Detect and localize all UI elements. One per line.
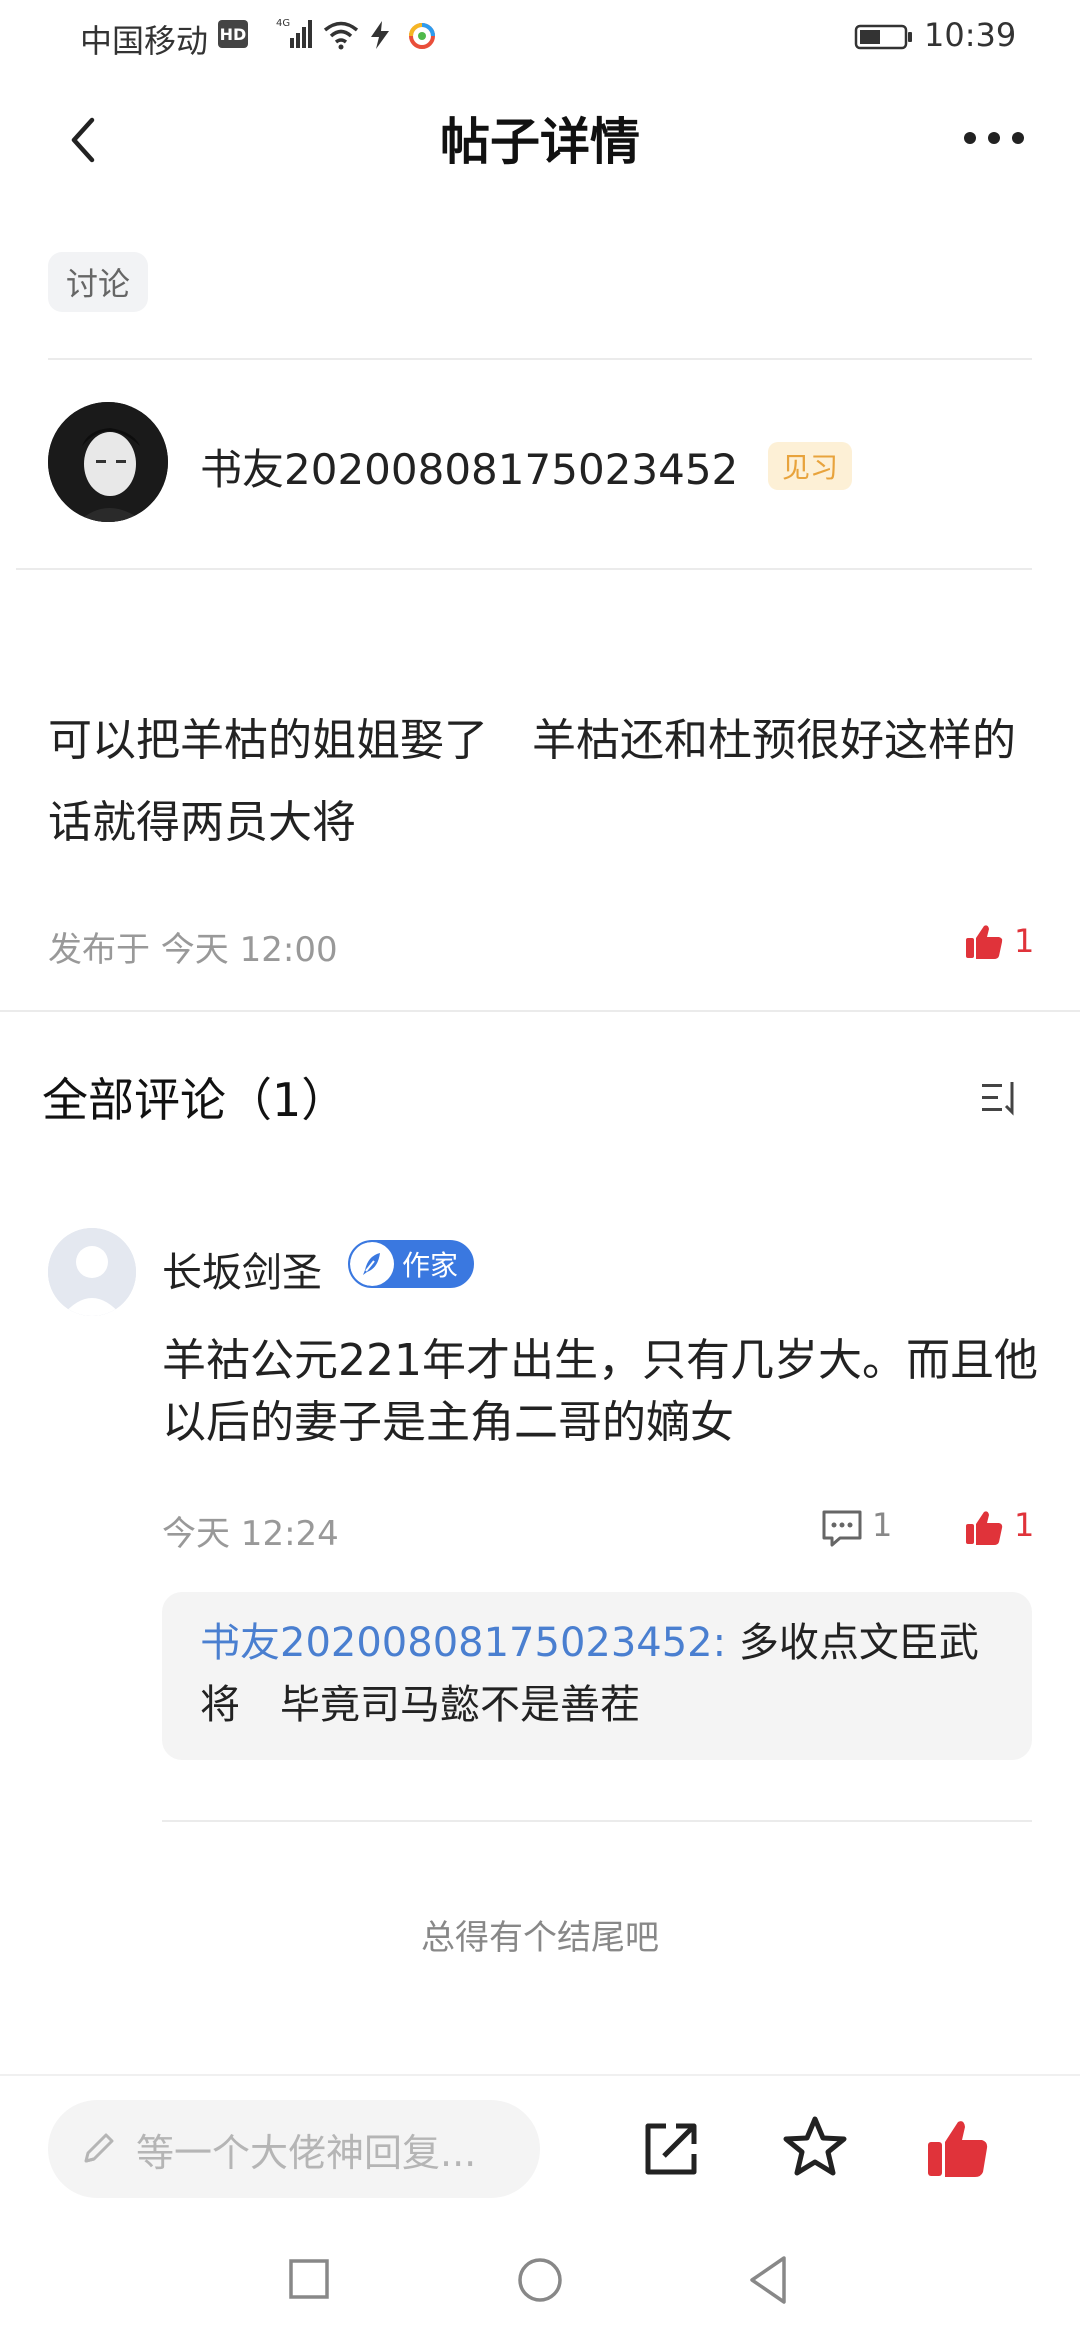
status-bar: 中国移动 HD 4G 10:39 (0, 0, 1080, 72)
commenter-name[interactable]: 长坂剑圣 (162, 1240, 322, 1298)
app-notification-icon (409, 23, 435, 49)
nav-back-icon[interactable] (744, 2254, 792, 2306)
pencil-icon (84, 2133, 114, 2163)
reply-count: 1 (872, 1506, 893, 1544)
reply-author[interactable]: 书友20200808175023452: (200, 1620, 726, 1666)
share-icon[interactable] (640, 2118, 702, 2180)
commenter-avatar[interactable] (48, 1228, 136, 1316)
divider (0, 2074, 1080, 2076)
thumbs-up-icon[interactable] (964, 922, 1004, 962)
comment-bubble-icon[interactable] (820, 1508, 864, 1548)
comment-like-count: 1 (1014, 1506, 1035, 1544)
divider (162, 1820, 1032, 1822)
wifi-icon (323, 21, 359, 50)
svg-text:4G: 4G (276, 18, 290, 29)
author-level-badge: 见习 (768, 442, 852, 490)
signal-icon: 4G (276, 18, 312, 48)
more-dots-icon[interactable] (962, 126, 1026, 150)
post-body: 可以把羊枯的姐姐娶了 羊枯还和杜预很好这样的话就得两员大将 (48, 715, 1016, 848)
author-avatar[interactable] (48, 402, 168, 522)
author-name[interactable]: 书友20200808175023452 (200, 436, 738, 497)
page-title: 帖子详情 (440, 113, 640, 171)
topic-tag[interactable]: 讨论 (48, 252, 149, 312)
writer-badge-label: 作家 (402, 1249, 459, 1282)
quill-icon (350, 1242, 394, 1286)
home-icon[interactable] (516, 2256, 564, 2304)
bolt-icon (371, 21, 389, 49)
recent-apps-icon[interactable] (288, 2258, 330, 2300)
comment-body: 羊祜公元221年才出生，只有几岁大。而且他以后的妻子是主角二哥的嫡女 (162, 1335, 1038, 1448)
clock: 10:39 (924, 16, 1017, 54)
section-divider (0, 1010, 1080, 1012)
comment-timestamp: 今天 12:24 (162, 1514, 339, 1554)
divider (48, 358, 1032, 360)
comments-heading: 全部评论（1） (42, 1073, 348, 1127)
reply-input-placeholder: 等一个大佬神回复... (136, 2130, 477, 2175)
battery-icon (854, 24, 912, 50)
divider (16, 568, 1032, 570)
reply-input[interactable]: 等一个大佬神回复... (48, 2100, 540, 2198)
sort-icon[interactable] (980, 1080, 1024, 1116)
hd-badge: HD (218, 20, 248, 48)
post-like-count: 1 (1014, 922, 1035, 960)
reply-preview[interactable]: 书友20200808175023452: 多收点文臣武将 毕竟司马懿不是善茬 (162, 1592, 1032, 1760)
carrier-name: 中国移动 (80, 22, 209, 60)
thumbs-up-icon[interactable] (926, 2118, 990, 2180)
thumbs-up-icon[interactable] (964, 1508, 1004, 1548)
end-note: 总得有个结尾吧 (421, 1918, 659, 1958)
star-icon[interactable] (782, 2114, 848, 2180)
writer-badge: 作家 (348, 1240, 474, 1288)
post-timestamp: 发布于 今天 12:00 (48, 930, 338, 970)
